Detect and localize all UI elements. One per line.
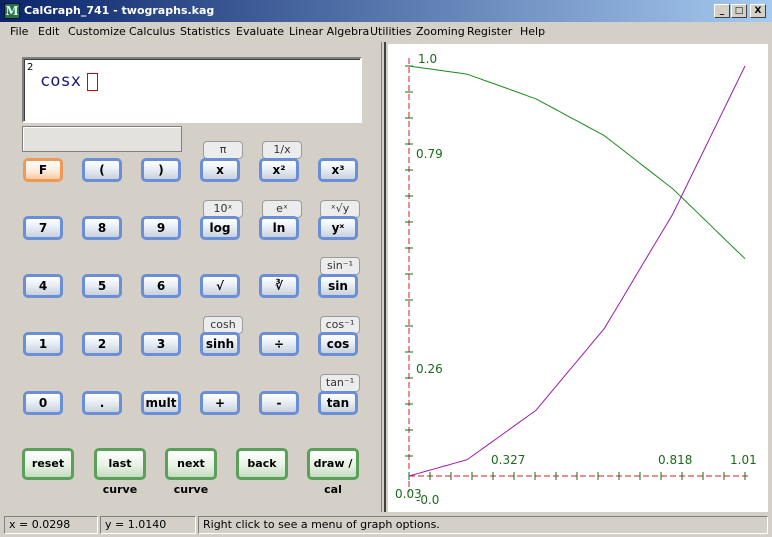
f-key[interactable]: F: [23, 158, 63, 182]
tan-key[interactable]: tan: [318, 391, 358, 415]
x-readout: x = 0.0298: [4, 516, 98, 534]
cos-curve: [408, 65, 746, 260]
y-tick-label: 1.0: [418, 52, 437, 66]
menu-utilities[interactable]: Utilities: [370, 25, 411, 38]
secondary-display: [22, 126, 182, 152]
five-key[interactable]: 5: [82, 274, 122, 298]
status-message: Right click to see a menu of graph optio…: [198, 516, 768, 534]
plus-key[interactable]: +: [200, 391, 240, 415]
next-curve-button[interactable]: next curve: [165, 448, 217, 496]
right-paren-key[interactable]: ): [141, 158, 181, 182]
sinh-key[interactable]: sinh: [200, 332, 240, 356]
three-key[interactable]: 3: [141, 332, 181, 356]
decimal-key[interactable]: .: [82, 391, 122, 415]
x-key[interactable]: x: [200, 158, 240, 182]
ln-key[interactable]: ln: [259, 216, 299, 240]
maximize-button[interactable]: □: [731, 4, 747, 18]
calculator-panel: 2 cosx π 1/x 10ˣ eˣ ˣ√y sin⁻¹ cosh cos⁻¹…: [0, 42, 380, 512]
mult-key[interactable]: mult: [141, 391, 181, 415]
x-tick-label: 0.818: [658, 453, 692, 467]
menu-evaluate[interactable]: Evaluate: [236, 25, 284, 38]
title-bar: M CalGraph_741 - twographs.kag _ □ X: [0, 0, 772, 22]
app-icon: M: [4, 3, 20, 19]
y-tick-label: 0.79: [416, 147, 443, 161]
last-curve-button[interactable]: last curve: [94, 448, 146, 496]
x-tick-label: 0.327: [491, 453, 525, 467]
minus-key[interactable]: -: [259, 391, 299, 415]
x-tick-label: 0.03: [395, 487, 422, 501]
zero-key[interactable]: 0: [23, 391, 63, 415]
x-tick-label: 1.01: [730, 453, 757, 467]
menu-edit[interactable]: Edit: [38, 25, 59, 38]
reciprocal-label[interactable]: 1/x: [262, 141, 302, 159]
four-key[interactable]: 4: [23, 274, 63, 298]
reset-button[interactable]: reset: [22, 448, 74, 480]
exponent-label: 2: [27, 62, 34, 73]
six-key[interactable]: 6: [141, 274, 181, 298]
status-bar: x = 0.0298 y = 1.0140 Right click to see…: [0, 513, 772, 537]
y-power-x-key[interactable]: yˣ: [318, 216, 358, 240]
back-button[interactable]: back: [236, 448, 288, 480]
y-readout: y = 1.0140: [100, 516, 196, 534]
expression-display[interactable]: 2 cosx: [22, 57, 362, 123]
power-curve: [408, 65, 746, 477]
eight-key[interactable]: 8: [82, 216, 122, 240]
text-cursor: [87, 73, 98, 91]
plot-svg: 1.0 0.79 0.26 -0.0 0.03 0.327 0.818 1.01: [395, 52, 757, 507]
menu-help[interactable]: Help: [520, 25, 545, 38]
menu-calculus[interactable]: Calculus: [129, 25, 175, 38]
seven-key[interactable]: 7: [23, 216, 63, 240]
one-key[interactable]: 1: [23, 332, 63, 356]
two-key[interactable]: 2: [82, 332, 122, 356]
log-key[interactable]: log: [200, 216, 240, 240]
menu-register[interactable]: Register: [467, 25, 512, 38]
menu-file[interactable]: File: [10, 25, 28, 38]
menu-customize[interactable]: Customize: [68, 25, 126, 38]
menu-zooming[interactable]: Zooming: [416, 25, 465, 38]
minimize-button[interactable]: _: [714, 4, 730, 18]
x-cubed-key[interactable]: x³: [318, 158, 358, 182]
menu-linear-algebra[interactable]: Linear Algebra: [289, 25, 369, 38]
pi-label[interactable]: π: [203, 141, 243, 159]
nine-key[interactable]: 9: [141, 216, 181, 240]
draw-cal-button[interactable]: draw / cal: [307, 448, 359, 496]
arctan-label[interactable]: tan⁻¹: [320, 374, 360, 392]
close-button[interactable]: X: [750, 4, 766, 18]
arcsin-label[interactable]: sin⁻¹: [320, 257, 360, 275]
left-paren-key[interactable]: (: [82, 158, 122, 182]
menu-statistics[interactable]: Statistics: [180, 25, 230, 38]
menu-bar: File Edit Customize Calculus Statistics …: [0, 22, 772, 42]
graph-area[interactable]: 1.0 0.79 0.26 -0.0 0.03 0.327 0.818 1.01: [388, 44, 768, 512]
cos-key[interactable]: cos: [318, 332, 358, 356]
panel-splitter[interactable]: [381, 42, 386, 512]
sin-key[interactable]: sin: [318, 274, 358, 298]
x-squared-key[interactable]: x²: [259, 158, 299, 182]
sqrt-key[interactable]: √: [200, 274, 240, 298]
cube-root-key[interactable]: ∛: [259, 274, 299, 298]
y-tick-label: 0.26: [416, 362, 443, 376]
expression-text: cosx: [40, 71, 81, 91]
divide-key[interactable]: ÷: [259, 332, 299, 356]
window-title: CalGraph_741 - twographs.kag: [24, 4, 215, 17]
